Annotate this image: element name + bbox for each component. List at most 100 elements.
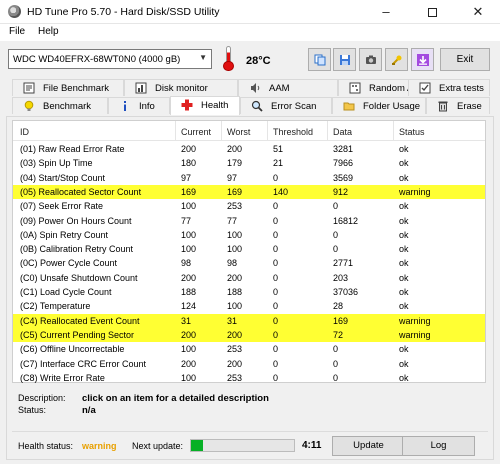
tab-benchmark[interactable]: Benchmark — [12, 97, 108, 114]
tab-folder-usage[interactable]: Folder Usage — [332, 97, 426, 114]
column-divider[interactable] — [221, 121, 222, 141]
table-row[interactable]: (C5) Current Pending Sector 200 200 0 72 warn… — [13, 327, 485, 342]
cell-worst: 200 — [227, 358, 243, 369]
table-row[interactable]: (05) Reallocated Sector Count 169 169 140 91… — [13, 184, 485, 199]
cell-threshold: 0 — [273, 258, 279, 269]
cell-status: ok — [399, 215, 409, 226]
magnifier-icon — [251, 100, 263, 112]
progress-fill — [191, 440, 204, 451]
table-row[interactable]: (0A) Spin Retry Count 100 100 0 0 ok — [13, 228, 485, 242]
countdown-timer: 4:11 — [302, 440, 322, 451]
menu-file[interactable]: File — [9, 26, 25, 37]
cell-current: 77 — [181, 215, 192, 226]
download-button[interactable] — [411, 48, 434, 71]
update-button[interactable]: Update — [332, 436, 405, 456]
cell-worst: 253 — [227, 201, 243, 212]
screenshot-button[interactable] — [359, 48, 382, 71]
table-row[interactable]: (C7) Interface CRC Error Count 200 200 0 0 ok — [13, 357, 485, 371]
cell-id: (C1) Load Cycle Count — [20, 287, 112, 297]
camera-icon — [366, 55, 376, 64]
tab-health[interactable]: Health — [170, 96, 240, 115]
maximize-button[interactable] — [409, 0, 455, 24]
table-row[interactable]: (C2) Temperature 124 100 0 28 ok — [13, 299, 485, 313]
next-update-label: Next update: — [132, 441, 184, 451]
menu-help[interactable]: Help — [38, 26, 59, 37]
table-row[interactable]: (03) Spin Up Time 180 179 21 7966 ok — [13, 156, 485, 170]
column-header-current[interactable]: Current — [181, 127, 211, 137]
tab-info[interactable]: Info — [108, 97, 170, 114]
copy-icon — [314, 54, 326, 66]
table-row[interactable]: (0B) Calibration Retry Count 100 100 0 0 ok — [13, 242, 485, 256]
cell-worst: 200 — [227, 272, 243, 283]
tab-extra-tests[interactable]: Extra tests — [408, 79, 490, 96]
cell-threshold: 0 — [273, 244, 279, 255]
smart-attributes-table[interactable]: ID Current Worst Threshold Data Status (… — [12, 120, 486, 383]
table-row[interactable]: (09) Power On Hours Count 77 77 0 16812 ok — [13, 214, 485, 228]
save-button[interactable] — [333, 48, 356, 71]
options-button[interactable] — [385, 48, 408, 71]
cell-data: 28 — [333, 301, 344, 312]
table-row[interactable]: (C1) Load Cycle Count 188 188 0 37036 ok — [13, 285, 485, 299]
cell-id: (07) Seek Error Rate — [20, 201, 104, 212]
status-label: Status: — [18, 405, 47, 415]
drive-select-value: WDC WD40EFRX-68WT0N0 (4000 gB) — [13, 54, 181, 65]
column-header-data[interactable]: Data — [333, 127, 352, 137]
table-row[interactable]: (C0) Unsafe Shutdown Count 200 200 0 203 ok — [13, 271, 485, 285]
table-row[interactable]: (07) Seek Error Rate 100 253 0 0 ok — [13, 199, 485, 213]
log-button[interactable]: Log — [402, 436, 475, 456]
cell-status: ok — [399, 287, 409, 297]
trash-icon — [438, 101, 448, 112]
random-access-icon — [349, 82, 361, 94]
status-value: n/a — [82, 405, 96, 416]
save-icon — [340, 55, 350, 65]
toolbar: WDC WD40EFRX-68WT0N0 (4000 gB) ▼ 28°C Ex… — [0, 41, 500, 78]
cell-current: 100 — [181, 372, 197, 383]
table-row[interactable]: (01) Raw Read Error Rate 200 200 51 3281 ok — [13, 142, 485, 156]
tab-disk-monitor[interactable]: Disk monitor — [124, 79, 238, 96]
cell-data: 16812 — [333, 215, 359, 226]
cell-current: 188 — [181, 287, 197, 297]
cell-id: (C8) Write Error Rate — [20, 372, 105, 383]
minimize-button[interactable]: – — [363, 0, 409, 24]
column-header-worst[interactable]: Worst — [227, 127, 250, 137]
tab-file-benchmark[interactable]: File Benchmark — [12, 79, 124, 96]
cell-current: 200 — [181, 329, 197, 340]
column-header-id[interactable]: ID — [20, 127, 29, 137]
cell-data: 0 — [333, 201, 339, 212]
column-divider[interactable] — [393, 121, 394, 141]
cell-current: 100 — [181, 229, 197, 240]
table-row[interactable]: (04) Start/Stop Count 97 97 0 3569 ok — [13, 171, 485, 185]
tab-aam[interactable]: AAM — [238, 79, 338, 96]
column-divider[interactable] — [175, 121, 176, 141]
copy-text-button[interactable] — [308, 48, 331, 71]
column-header-status[interactable]: Status — [399, 127, 425, 137]
table-row[interactable]: (C6) Offline Uncorrectable 100 253 0 0 ok — [13, 342, 485, 356]
column-header-threshold[interactable]: Threshold — [273, 127, 313, 137]
cell-status: warning — [399, 329, 431, 340]
tab-error-scan[interactable]: Error Scan — [240, 97, 332, 114]
cell-threshold: 0 — [273, 315, 279, 326]
cell-current: 31 — [181, 315, 192, 326]
cell-data: 912 — [333, 186, 349, 197]
table-row[interactable]: (C8) Write Error Rate 100 253 0 0 ok — [13, 371, 485, 385]
tab-erase[interactable]: Erase — [426, 97, 490, 114]
cell-worst: 188 — [227, 287, 243, 297]
cell-threshold: 0 — [273, 372, 279, 383]
exit-button[interactable]: Exit — [440, 48, 490, 71]
speaker-icon — [251, 83, 260, 93]
column-divider[interactable] — [327, 121, 328, 141]
close-button[interactable]: ✕ — [455, 0, 500, 24]
table-row[interactable]: (0C) Power Cycle Count 98 98 0 2771 ok — [13, 256, 485, 270]
cell-current: 200 — [181, 272, 197, 283]
tab-label: Health — [201, 100, 229, 111]
drive-select[interactable]: WDC WD40EFRX-68WT0N0 (4000 gB) ▼ — [8, 49, 212, 69]
tab-label: Benchmark — [43, 101, 92, 112]
cell-status: ok — [399, 244, 409, 255]
cell-threshold: 0 — [273, 172, 279, 183]
column-divider[interactable] — [267, 121, 268, 141]
cell-current: 169 — [181, 186, 197, 197]
table-row[interactable]: (C4) Reallocated Event Count 31 31 0 169 warn… — [13, 313, 485, 328]
window-title: HD Tune Pro 5.70 - Hard Disk/SSD Utility — [27, 6, 220, 18]
cell-status: ok — [399, 272, 409, 283]
menu-bar: File Help — [0, 24, 500, 41]
